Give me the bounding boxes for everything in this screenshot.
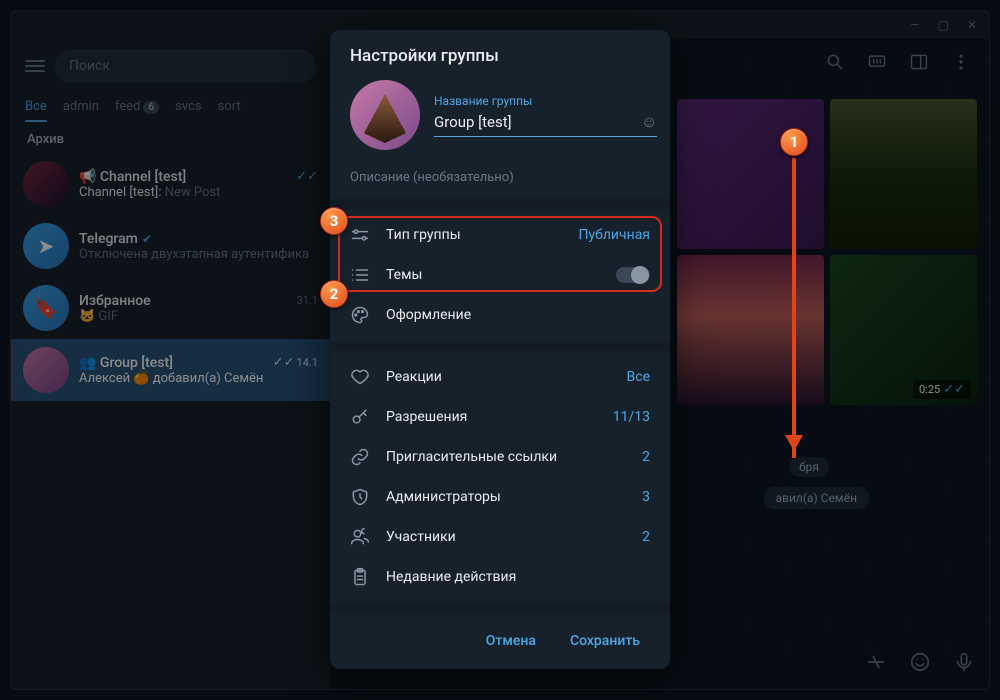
key-icon	[350, 407, 370, 427]
palette-icon	[350, 305, 370, 325]
cancel-button[interactable]: Отмена	[472, 625, 550, 657]
settings-row-value: Публичная	[578, 227, 650, 243]
settings-row-list[interactable]: Темы	[330, 255, 670, 295]
settings-row-key[interactable]: Разрешения 11/13	[330, 397, 670, 437]
settings-row-value: Все	[627, 369, 650, 385]
group-name-input[interactable]	[434, 113, 633, 131]
settings-row-label: Тип группы	[386, 227, 562, 243]
callout-1: 1	[780, 128, 808, 156]
settings-row-value: 11/13	[613, 409, 650, 425]
callout-2: 2	[320, 280, 348, 308]
callout-3: 3	[320, 207, 348, 235]
clipboard-icon	[350, 567, 370, 587]
modal-title: Настройки группы	[330, 30, 670, 76]
settings-row-shield[interactable]: Администраторы 3	[330, 477, 670, 517]
settings-row-value: 3	[642, 489, 650, 505]
settings-row-label: Реакции	[386, 369, 611, 385]
link-icon	[350, 447, 370, 467]
tutorial-arrow	[792, 158, 796, 458]
settings-row-label: Недавние действия	[386, 569, 650, 585]
settings-row-clipboard[interactable]: Недавние действия	[330, 557, 670, 597]
settings-row-heart[interactable]: Реакции Все	[330, 357, 670, 397]
settings-row-sliders[interactable]: Тип группы Публичная	[330, 215, 670, 255]
description-input[interactable]: Описание (необязательно)	[330, 164, 670, 199]
settings-row-label: Разрешения	[386, 409, 597, 425]
group-name-label: Название группы	[434, 94, 657, 108]
settings-row-label: Администраторы	[386, 489, 626, 505]
users-icon	[350, 527, 370, 547]
settings-row-palette[interactable]: Оформление	[330, 295, 670, 335]
settings-row-label: Темы	[386, 267, 600, 283]
settings-row-label: Участники	[386, 529, 626, 545]
settings-row-label: Пригласительные ссылки	[386, 449, 626, 465]
settings-row-link[interactable]: Пригласительные ссылки 2	[330, 437, 670, 477]
settings-row-users[interactable]: Участники 2	[330, 517, 670, 557]
sliders-icon	[350, 225, 370, 245]
settings-row-value: 2	[642, 529, 650, 545]
list-icon	[350, 265, 370, 285]
save-button[interactable]: Сохранить	[556, 625, 654, 657]
settings-row-label: Оформление	[386, 307, 650, 323]
emoji-picker-icon[interactable]: ☺	[641, 112, 657, 132]
settings-row-value: 2	[642, 449, 650, 465]
toggle[interactable]	[616, 267, 650, 283]
heart-icon	[350, 367, 370, 387]
shield-icon	[350, 487, 370, 507]
group-settings-modal: Настройки группы Название группы ☺ Описа…	[330, 30, 670, 669]
group-avatar[interactable]	[350, 80, 420, 150]
